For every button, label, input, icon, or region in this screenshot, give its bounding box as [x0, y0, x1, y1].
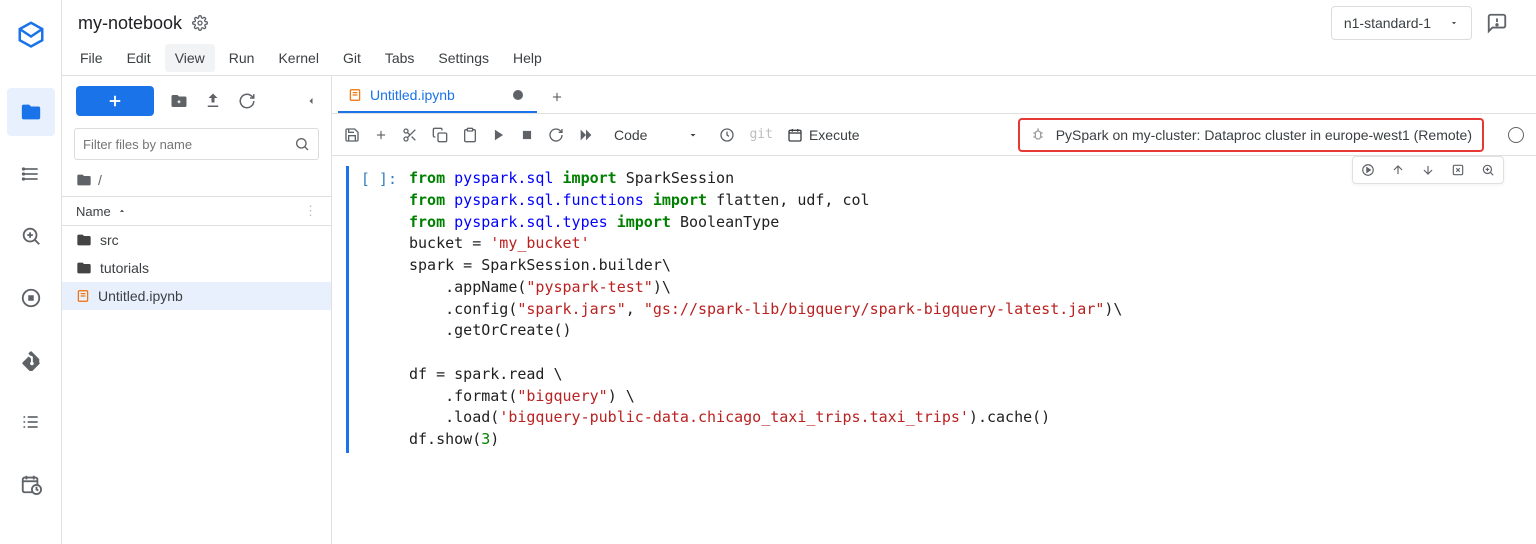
run-all-icon[interactable] [578, 127, 594, 143]
menu-tabs[interactable]: Tabs [375, 44, 425, 72]
upload-icon[interactable] [204, 92, 222, 110]
folder-icon [76, 260, 92, 276]
delete-cell-icon[interactable] [1447, 159, 1469, 181]
file-browser: / Name ⋮ src tutorials Untitled.ipynb [62, 76, 332, 544]
menu-edit[interactable]: Edit [117, 44, 161, 72]
collapse-icon[interactable] [305, 95, 317, 107]
menu-kernel[interactable]: Kernel [268, 44, 328, 72]
tab-bar: Untitled.ipynb [332, 76, 1536, 114]
cell-prompt: [ ]: [349, 168, 409, 451]
notebook-title[interactable]: my-notebook [78, 13, 182, 34]
add-tab-button[interactable] [545, 85, 569, 109]
menu-file[interactable]: File [70, 44, 113, 72]
run-cell-icon[interactable] [1357, 159, 1379, 181]
folder-row[interactable]: src [62, 226, 331, 254]
file-row[interactable]: Untitled.ipynb [62, 282, 331, 310]
kernel-status-icon[interactable] [1508, 127, 1524, 143]
menu-view[interactable]: View [165, 44, 215, 72]
activity-running[interactable] [7, 150, 55, 198]
insert-cell-icon[interactable] [374, 128, 388, 142]
folder-icon [76, 232, 92, 248]
activity-git[interactable] [7, 336, 55, 384]
file-label: tutorials [100, 260, 149, 276]
product-logo [7, 10, 55, 58]
search-icon [294, 136, 310, 152]
notebook-area: Untitled.ipynb [332, 76, 1536, 544]
folder-row[interactable]: tutorials [62, 254, 331, 282]
activity-toc[interactable] [7, 398, 55, 446]
chevron-down-icon [1449, 18, 1459, 28]
execute-button[interactable]: Execute [787, 127, 860, 143]
file-label: src [100, 232, 119, 248]
file-label: Untitled.ipynb [98, 288, 183, 304]
tab-untitled[interactable]: Untitled.ipynb [338, 79, 537, 113]
refresh-icon[interactable] [238, 92, 256, 110]
move-down-icon[interactable] [1417, 159, 1439, 181]
new-launcher-button[interactable] [76, 86, 154, 116]
cell-type-select[interactable]: Code [608, 123, 705, 147]
menu-settings[interactable]: Settings [428, 44, 499, 72]
activity-files[interactable] [7, 88, 55, 136]
activity-bar [0, 0, 62, 544]
cells-area: [ ]: from pyspark.sql import SparkSessio… [332, 156, 1536, 544]
menu-run[interactable]: Run [219, 44, 265, 72]
git-label[interactable]: git [749, 127, 772, 142]
new-folder-icon[interactable] [170, 92, 188, 110]
activity-terminal[interactable] [7, 274, 55, 322]
feedback-icon[interactable] [1486, 12, 1508, 34]
expand-icon[interactable] [1477, 159, 1499, 181]
notebook-icon [76, 289, 90, 303]
code-cell[interactable]: [ ]: from pyspark.sql import SparkSessio… [346, 166, 1526, 453]
paste-icon[interactable] [462, 127, 478, 143]
move-up-icon[interactable] [1387, 159, 1409, 181]
column-divider: ⋮ [304, 203, 317, 219]
settings-icon[interactable] [192, 15, 208, 31]
bug-icon [1030, 127, 1046, 143]
cut-icon[interactable] [402, 127, 418, 143]
header: my-notebook n1-standard-1 [62, 0, 1536, 40]
filter-input-container[interactable] [74, 128, 319, 160]
filter-input[interactable] [83, 137, 288, 152]
menu-help[interactable]: Help [503, 44, 552, 72]
kernel-selector[interactable]: PySpark on my-cluster: Dataproc cluster … [1018, 118, 1484, 152]
chevron-down-icon [687, 129, 699, 141]
cell-action-bar [1352, 156, 1504, 184]
tab-label: Untitled.ipynb [370, 87, 455, 103]
clock-icon[interactable] [719, 127, 735, 143]
machine-type-label: n1-standard-1 [1344, 15, 1431, 31]
sort-asc-icon [117, 206, 127, 216]
breadcrumb-path: / [98, 172, 102, 188]
calendar-icon [787, 127, 803, 143]
notebook-toolbar: Code git Execute PySpark on my-cluster: … [332, 114, 1536, 156]
run-icon[interactable] [492, 128, 506, 142]
unsaved-indicator [513, 90, 523, 100]
notebook-icon [348, 88, 362, 102]
code-content[interactable]: from pyspark.sql import SparkSession fro… [409, 168, 1122, 451]
save-icon[interactable] [344, 127, 360, 143]
activity-search[interactable] [7, 212, 55, 260]
restart-icon[interactable] [548, 127, 564, 143]
folder-icon [76, 172, 92, 188]
breadcrumb[interactable]: / [62, 168, 331, 196]
column-name[interactable]: Name [76, 204, 111, 219]
menu-git[interactable]: Git [333, 44, 371, 72]
copy-icon[interactable] [432, 127, 448, 143]
activity-schedule[interactable] [7, 460, 55, 508]
machine-type-select[interactable]: n1-standard-1 [1331, 6, 1472, 40]
menubar: FileEditViewRunKernelGitTabsSettingsHelp [62, 40, 1536, 76]
kernel-label: PySpark on my-cluster: Dataproc cluster … [1056, 127, 1472, 143]
stop-icon[interactable] [520, 128, 534, 142]
